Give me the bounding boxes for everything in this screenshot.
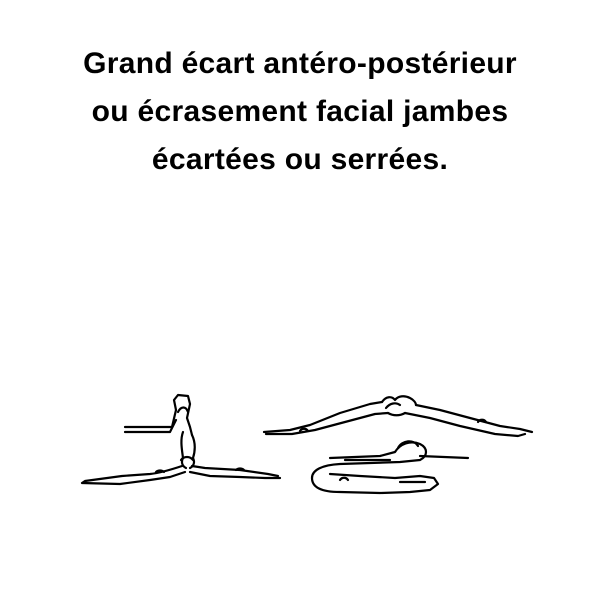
caption-line-3: écartées ou serrées. (151, 143, 449, 176)
caption-line-2: ou écrasement facial jambes (91, 95, 509, 128)
face-down-legs-together-icon (310, 440, 470, 495)
caption: Grand écart antéro-postérieur ou écrasem… (0, 40, 600, 184)
split-side-view-icon (80, 393, 282, 486)
illustrations-svg (80, 393, 534, 495)
caption-line-1: Grand écart antéro-postérieur (83, 47, 517, 80)
exercise-illustrations (0, 380, 600, 500)
face-down-legs-apart-icon (262, 395, 534, 438)
